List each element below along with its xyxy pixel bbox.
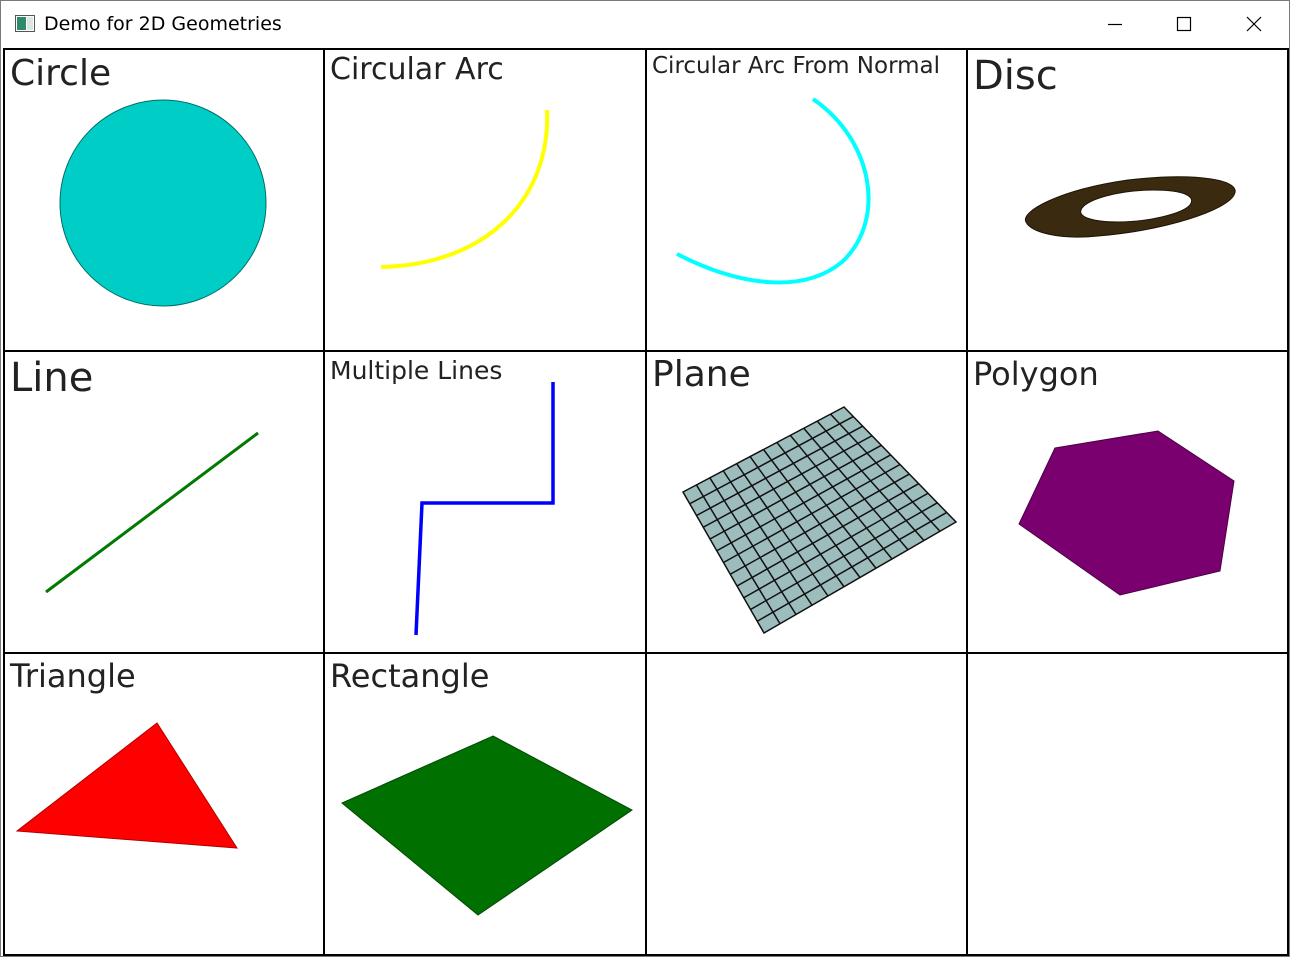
viewport-plane[interactable]: Plane xyxy=(645,350,968,654)
circle-shape xyxy=(59,99,267,307)
disc-shape xyxy=(1024,176,1236,238)
app-window: Demo for 2D Geometries Circle Circular A… xyxy=(0,0,1290,957)
line-shape xyxy=(45,431,259,594)
viewport-rectangle[interactable]: Rectangle xyxy=(323,652,647,956)
triangle-shape xyxy=(15,722,238,849)
viewport-line[interactable]: Line xyxy=(3,350,325,654)
viewport-multiple-lines[interactable]: Multiple Lines xyxy=(323,350,647,654)
minimize-button[interactable] xyxy=(1080,1,1150,47)
circular-arc-shape xyxy=(380,109,550,269)
rectangle-shape xyxy=(341,735,633,916)
viewport-circle[interactable]: Circle xyxy=(3,48,325,352)
minimize-icon xyxy=(1108,23,1122,26)
app-icon xyxy=(15,15,35,32)
viewport-triangle[interactable]: Triangle xyxy=(3,652,325,956)
title-bar[interactable]: Demo for 2D Geometries xyxy=(1,1,1289,47)
viewport-circular-arc[interactable]: Circular Arc xyxy=(323,48,647,352)
viewport-circular-arc-from-normal[interactable]: Circular Arc From Normal xyxy=(645,48,968,352)
circular-arc-normal-shape xyxy=(676,97,871,285)
viewport-empty[interactable] xyxy=(645,652,968,956)
maximize-icon xyxy=(1176,16,1192,32)
window-title: Demo for 2D Geometries xyxy=(44,13,282,35)
plane-shape xyxy=(681,406,958,635)
close-button[interactable] xyxy=(1219,1,1289,47)
viewport-disc[interactable]: Disc xyxy=(966,48,1289,352)
polygon-shape xyxy=(1018,430,1235,596)
viewport-grid: Circle Circular Arc Circular Arc From No… xyxy=(3,48,1289,956)
close-icon xyxy=(1246,16,1262,32)
viewport-polygon[interactable]: Polygon xyxy=(966,350,1289,654)
multiple-lines-shape xyxy=(414,382,555,636)
viewport-empty[interactable] xyxy=(966,652,1289,956)
plane-surface xyxy=(681,406,958,635)
maximize-button[interactable] xyxy=(1149,1,1219,47)
